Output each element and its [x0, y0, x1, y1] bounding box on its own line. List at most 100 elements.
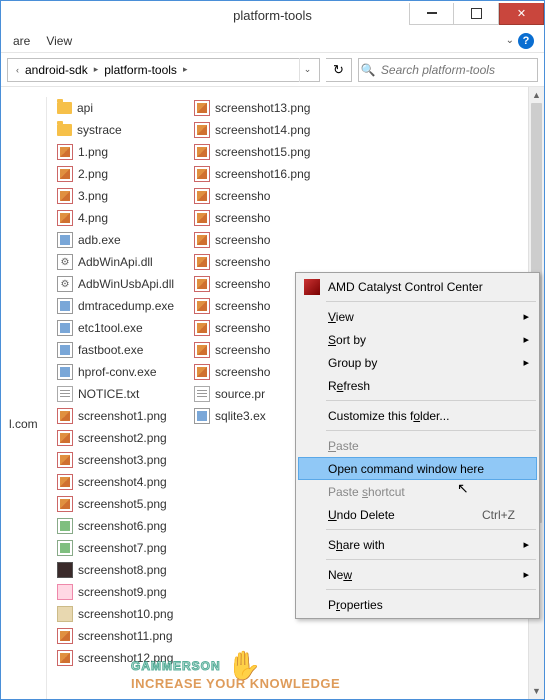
menu-share[interactable]: are [5, 31, 38, 51]
file-item[interactable]: etc1tool.exe [57, 317, 174, 339]
file-item[interactable]: screensho [194, 317, 310, 339]
ribbon-expand-icon[interactable]: ⌄ [506, 35, 514, 46]
ctx-label: Customize this folder... [328, 409, 449, 423]
file-label: 3.png [78, 189, 108, 203]
maximize-button[interactable] [454, 3, 499, 25]
context-menu: AMD Catalyst Control Center View Sort by Gr… [295, 272, 540, 619]
file-item[interactable]: screensho [194, 295, 310, 317]
file-item[interactable]: source.pr [194, 383, 310, 405]
file-item[interactable]: screenshot1.png [57, 405, 174, 427]
file-item[interactable]: api [57, 97, 174, 119]
file-item[interactable]: screensho [194, 251, 310, 273]
file-label: AdbWinApi.dll [78, 255, 153, 269]
ctx-paste: Paste [298, 434, 537, 457]
scroll-up-icon[interactable]: ▲ [529, 87, 544, 103]
ctx-label: Open command window here [328, 462, 484, 476]
file-pane[interactable]: l.com apisystrace1.png2.png3.png4.pngadb… [1, 87, 544, 699]
img-icon [194, 122, 210, 138]
file-label: screenshot6.png [78, 519, 167, 533]
minimize-button[interactable] [409, 3, 454, 25]
file-item[interactable]: NOTICE.txt [57, 383, 174, 405]
breadcrumb-seg[interactable]: platform-tools [102, 63, 179, 77]
file-item[interactable]: AdbWinUsbApi.dll [57, 273, 174, 295]
file-item[interactable]: AdbWinApi.dll [57, 251, 174, 273]
search-input[interactable] [377, 63, 537, 77]
file-item[interactable]: screenshot6.png [57, 515, 174, 537]
ctx-label: Paste shortcut [328, 485, 405, 499]
file-item[interactable]: screenshot2.png [57, 427, 174, 449]
ctx-open-command-window-here[interactable]: Open command window here [298, 457, 537, 480]
file-item[interactable]: screenshot4.png [57, 471, 174, 493]
address-bar: ‹ android-sdk ▸ platform-tools ▸ ⌄ ↻ 🔍 [1, 53, 544, 87]
ctx-new[interactable]: New [298, 563, 537, 586]
file-item[interactable]: screenshot3.png [57, 449, 174, 471]
breadcrumb[interactable]: ‹ android-sdk ▸ platform-tools ▸ ⌄ [7, 58, 320, 82]
file-item[interactable]: 4.png [57, 207, 174, 229]
file-item[interactable]: screenshot13.png [194, 97, 310, 119]
help-icon[interactable]: ? [518, 33, 534, 49]
file-label: screensho [215, 211, 270, 225]
file-item[interactable]: screenshot9.png [57, 581, 174, 603]
breadcrumb-dropdown-icon[interactable]: ⌄ [299, 58, 315, 82]
ctx-label: Sort by [328, 333, 366, 347]
file-item[interactable]: screenshot7.png [57, 537, 174, 559]
img-icon [57, 408, 73, 424]
file-item[interactable]: screenshot12.png [57, 647, 174, 669]
file-item[interactable]: screenshot5.png [57, 493, 174, 515]
img-icon [57, 496, 73, 512]
refresh-button[interactable]: ↻ [326, 58, 352, 82]
file-item[interactable]: 2.png [57, 163, 174, 185]
img-icon [194, 210, 210, 226]
ctx-properties[interactable]: Properties [298, 593, 537, 616]
file-label: screensho [215, 365, 270, 379]
file-item[interactable]: dmtracedump.exe [57, 295, 174, 317]
chevron-left-icon: ‹ [12, 65, 23, 75]
ctx-group-by[interactable]: Group by [298, 351, 537, 374]
file-item[interactable]: screensho [194, 185, 310, 207]
img-icon [194, 276, 210, 292]
img-icon [57, 474, 73, 490]
ctx-share-with[interactable]: Share with [298, 533, 537, 556]
file-item[interactable]: screensho [194, 207, 310, 229]
search-icon: 🔍 [359, 63, 377, 77]
img-icon [194, 298, 210, 314]
file-label: screenshot4.png [78, 475, 167, 489]
file-item[interactable]: screenshot11.png [57, 625, 174, 647]
file-label: fastboot.exe [78, 343, 143, 357]
ctx-customize-this-folder[interactable]: Customize this folder... [298, 404, 537, 427]
ctx-label: New [328, 568, 352, 582]
file-item[interactable]: screensho [194, 273, 310, 295]
ctx-refresh[interactable]: Refresh [298, 374, 537, 397]
file-item[interactable]: 1.png [57, 141, 174, 163]
img-icon [57, 144, 73, 160]
file-item[interactable]: screensho [194, 361, 310, 383]
ctx-undo-delete[interactable]: Undo DeleteCtrl+Z [298, 503, 537, 526]
file-item[interactable]: 3.png [57, 185, 174, 207]
file-item[interactable]: screenshot8.png [57, 559, 174, 581]
file-item[interactable]: screenshot16.png [194, 163, 310, 185]
img-icon [194, 144, 210, 160]
file-item[interactable]: sqlite3.ex [194, 405, 310, 427]
close-button[interactable] [499, 3, 544, 25]
file-item[interactable]: screenshot14.png [194, 119, 310, 141]
breadcrumb-seg[interactable]: android-sdk [23, 63, 90, 77]
file-item[interactable]: screenshot10.png [57, 603, 174, 625]
img-icon [194, 320, 210, 336]
ctx-amd-catalyst-control-center[interactable]: AMD Catalyst Control Center [298, 275, 537, 298]
file-item[interactable]: adb.exe [57, 229, 174, 251]
file-item[interactable]: screensho [194, 229, 310, 251]
txt-icon [194, 386, 210, 402]
search-box[interactable]: 🔍 [358, 58, 538, 82]
menu-view[interactable]: View [38, 31, 80, 51]
file-item[interactable]: screenshot15.png [194, 141, 310, 163]
ctx-shortcut: Ctrl+Z [482, 508, 515, 522]
menu-separator [326, 301, 536, 302]
file-item[interactable]: screensho [194, 339, 310, 361]
file-item[interactable]: systrace [57, 119, 174, 141]
file-label: screensho [215, 255, 270, 269]
file-item[interactable]: fastboot.exe [57, 339, 174, 361]
file-item[interactable]: hprof-conv.exe [57, 361, 174, 383]
scroll-down-icon[interactable]: ▼ [529, 683, 544, 699]
ctx-view[interactable]: View [298, 305, 537, 328]
ctx-sort-by[interactable]: Sort by [298, 328, 537, 351]
